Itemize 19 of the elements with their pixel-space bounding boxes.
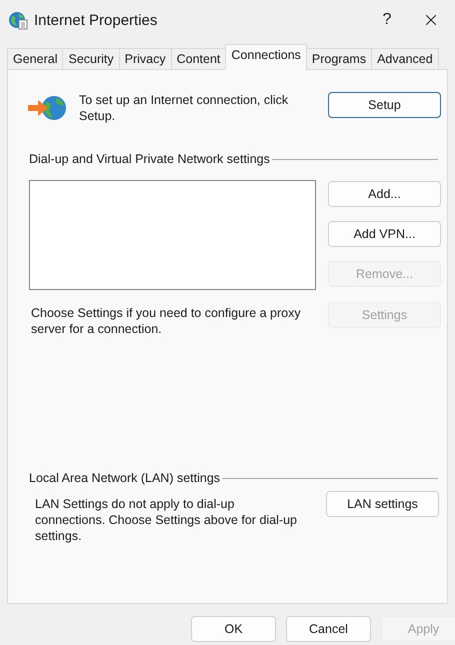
proxy-instructions: Choose Settings if you need to configure a proxy server for a connection. — [31, 305, 302, 337]
dialup-button[interactable]: Add VPN... — [328, 221, 441, 247]
globe-icon — [8, 10, 28, 30]
section-heading: Local Area Network (LAN) settings — [29, 471, 220, 485]
window-title: Internet Properties — [34, 12, 158, 28]
lan-settings-button[interactable]: LAN settings — [326, 491, 439, 517]
tab[interactable]: General — [7, 48, 64, 70]
dialog-button[interactable]: OK — [191, 616, 276, 642]
lan-instructions: LAN Settings do not apply to dial-up connections. Choose Settings above for dial-up settings. — [35, 496, 298, 544]
dialup-button[interactable]: Add... — [328, 181, 441, 207]
tab[interactable]: Connections — [225, 44, 307, 70]
section-heading: Dial-up and Virtual Private Network settings — [29, 152, 270, 166]
setup-instructions: To set up an Internet connection, click Setup. — [79, 92, 290, 124]
connections-list[interactable] — [29, 180, 316, 290]
setup-button[interactable]: Setup — [328, 92, 441, 118]
tab[interactable]: Advanced — [371, 48, 439, 70]
help-button[interactable]: ? — [365, 4, 409, 36]
dialog-button[interactable]: Cancel — [286, 616, 371, 642]
tab[interactable]: Programs — [306, 48, 372, 70]
